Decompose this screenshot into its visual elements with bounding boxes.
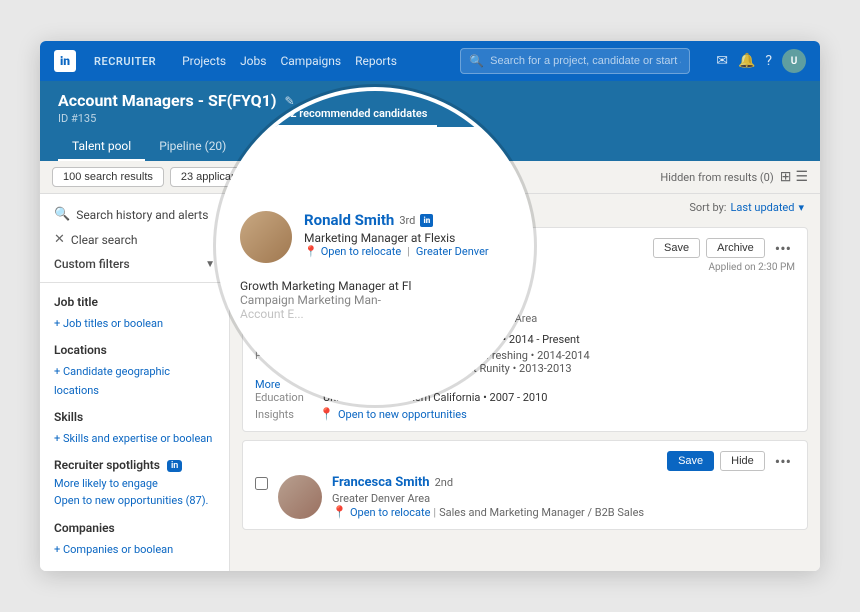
nav-links: Projects Jobs Campaigns Reports <box>182 54 397 68</box>
spotlight-location-text: Greater Denver <box>416 245 489 258</box>
mail-icon[interactable]: ✉ <box>716 53 728 69</box>
grid-view-icon[interactable]: ⊞ <box>780 169 792 185</box>
tab-pipeline[interactable]: Pipeline (20) <box>145 133 240 161</box>
search-history-icon: 🔍 <box>54 207 70 222</box>
save-button-francesca[interactable]: Save <box>667 451 714 471</box>
spotlight-candidate-name[interactable]: Ronald Smith <box>304 211 394 229</box>
sort-row: Sort by: Last updated ▾ <box>673 201 820 220</box>
sidebar-divider-1 <box>40 282 229 283</box>
spotlight-candidate-avatar <box>240 211 292 263</box>
list-view-icon[interactable]: ☰ <box>795 169 808 185</box>
clear-search-label: Clear search <box>71 233 138 247</box>
spotlight-li-icon: in <box>420 214 433 227</box>
sort-chevron-icon: ▾ <box>798 201 804 214</box>
spotlight-tab-uds[interactable]: uds <box>236 104 274 127</box>
add-job-title[interactable]: Job titles or boolean <box>54 317 163 330</box>
linkedin-badge: in <box>167 460 182 472</box>
insights-label: Insights <box>255 408 315 421</box>
nav-campaigns[interactable]: Campaigns <box>280 54 341 68</box>
nav-reports[interactable]: Reports <box>355 54 397 68</box>
global-search-input[interactable] <box>490 55 681 67</box>
filter-skills-label: Skills <box>54 410 215 424</box>
candidate-card-francesca: Save Hide ••• Francesca Smith 2nd <box>242 440 808 530</box>
spotlight-magnifier: uds 12 recommended candidates Ronald Smi… <box>220 91 530 401</box>
spotlight-fade-line-1: Campaign Marketing Man- <box>240 293 381 307</box>
spotlight-opportunities[interactable]: Open to new opportunities (87). <box>54 492 215 509</box>
filter-locations: Locations Candidate geographic locations <box>40 337 229 404</box>
tab-talent-pool[interactable]: Talent pool <box>58 133 145 161</box>
view-toggle: ⊞ ☰ <box>780 169 808 185</box>
search-history-label: Search history and alerts <box>76 208 208 222</box>
spotlight-fade-line-2: Account E... <box>240 307 304 321</box>
search-icon: 🔍 <box>469 54 484 68</box>
spotlight-candidate-title: Marketing Manager at Flexis <box>304 231 489 245</box>
filter-companies: Companies Companies or boolean <box>40 515 229 563</box>
candidate-name-francesca[interactable]: Francesca Smith <box>332 475 430 490</box>
more-options-icon-francesca[interactable]: ••• <box>771 452 795 471</box>
sort-label: Sort by: <box>689 201 726 214</box>
spotlight-engage[interactable]: More likely to engage <box>54 475 215 492</box>
candidate-avatar-francesca <box>278 475 322 519</box>
more-options-icon-everette[interactable]: ••• <box>771 239 795 258</box>
custom-filters-toggle[interactable]: Custom filters ▼ <box>40 252 229 276</box>
filter-graduation-label: Year of Graduation <box>54 569 215 571</box>
custom-filters-label: Custom filters <box>54 257 130 271</box>
search-results-button[interactable]: 100 search results <box>52 167 164 187</box>
chevron-down-icon: ▼ <box>205 259 215 270</box>
filters-sidebar: 🔍 Search history and alerts ✕ Clear sear… <box>40 194 230 571</box>
nav-jobs[interactable]: Jobs <box>240 54 266 68</box>
spotlight-location-badge: Open to relocate <box>321 245 401 258</box>
filter-spotlights-label: Recruiter spotlights in <box>54 458 215 472</box>
filter-skills: Skills Skills and expertise or boolean <box>40 404 229 452</box>
hidden-results-count: Hidden from results (0) <box>660 171 773 184</box>
add-company[interactable]: Companies or boolean <box>54 543 173 556</box>
clear-search-action[interactable]: ✕ Clear search <box>40 227 229 252</box>
francesca-subtitle: Sales and Marketing Manager / B2B Sales <box>439 506 644 519</box>
card-actions-francesca: Save Hide ••• <box>667 451 795 471</box>
filter-companies-label: Companies <box>54 521 215 535</box>
bell-icon[interactable]: 🔔 <box>738 53 755 69</box>
filter-job-title: Job title Job titles or boolean <box>40 289 229 337</box>
insight-link-everette[interactable]: Open to new opportunities <box>338 408 467 421</box>
filter-recruiter-spotlights: Recruiter spotlights in More likely to e… <box>40 452 229 515</box>
filter-locations-label: Locations <box>54 343 215 357</box>
add-location[interactable]: Candidate geographic locations <box>54 365 170 397</box>
hide-button-francesca[interactable]: Hide <box>720 451 765 471</box>
candidate-checkbox-francesca[interactable] <box>255 477 268 490</box>
education-label: Education <box>255 391 315 404</box>
candidate-info-francesca: Francesca Smith 2nd Greater Denver Area … <box>332 475 795 519</box>
recruiter-label: RECRUITER <box>94 55 156 68</box>
topnav-icons: ✉ 🔔 ? U <box>716 49 806 73</box>
user-avatar[interactable]: U <box>782 49 806 73</box>
linkedin-logo: in <box>54 50 76 72</box>
degree-badge-francesca: 2nd <box>435 476 453 489</box>
archive-button-everette[interactable]: Archive <box>706 238 765 258</box>
help-icon[interactable]: ? <box>765 53 772 69</box>
more-link-everette[interactable]: More <box>255 378 280 391</box>
top-navigation: in RECRUITER Projects Jobs Campaigns Rep… <box>40 41 820 81</box>
card-top-francesca: Francesca Smith 2nd Greater Denver Area … <box>255 475 795 519</box>
filter-job-title-label: Job title <box>54 295 215 309</box>
candidate-location-francesca: Greater Denver Area <box>332 492 795 505</box>
filter-graduation: Year of Graduation Add graduation year r… <box>40 563 229 571</box>
spotlight-candidate-location: 📍 Open to relocate | Greater Denver <box>304 245 489 258</box>
add-skill[interactable]: Skills and expertise or boolean <box>54 432 212 445</box>
spotlight-degree-badge: 3rd <box>399 214 415 227</box>
spotlight-tab-recommended[interactable]: 12 recommended candidates <box>274 102 437 127</box>
francesca-badges: 📍 Open to relocate | Sales and Marketing… <box>332 505 795 519</box>
spotlight-candidate-details: Ronald Smith 3rd in Marketing Manager at… <box>304 211 489 258</box>
spotlight-candidate-content: Ronald Smith 3rd in Marketing Manager at… <box>240 201 510 321</box>
card-actions-everette: Save Archive ••• <box>653 238 795 258</box>
nav-projects[interactable]: Projects <box>182 54 226 68</box>
spotlight-current-line: Growth Marketing Manager at Fl <box>240 279 411 293</box>
sort-value[interactable]: Last updated <box>730 201 794 214</box>
relocate-badge-francesca: Open to relocate <box>350 506 430 519</box>
search-history-action[interactable]: 🔍 Search history and alerts <box>40 202 229 227</box>
francesca-location: Greater Denver Area <box>332 492 430 505</box>
spotlight-candidate-row: Ronald Smith 3rd in Marketing Manager at… <box>240 211 510 263</box>
save-button-everette[interactable]: Save <box>653 238 700 258</box>
clear-search-icon: ✕ <box>54 232 65 247</box>
global-search-bar[interactable]: 🔍 <box>460 48 690 74</box>
spotlight-tab-bar: uds 12 recommended candidates <box>220 91 530 127</box>
